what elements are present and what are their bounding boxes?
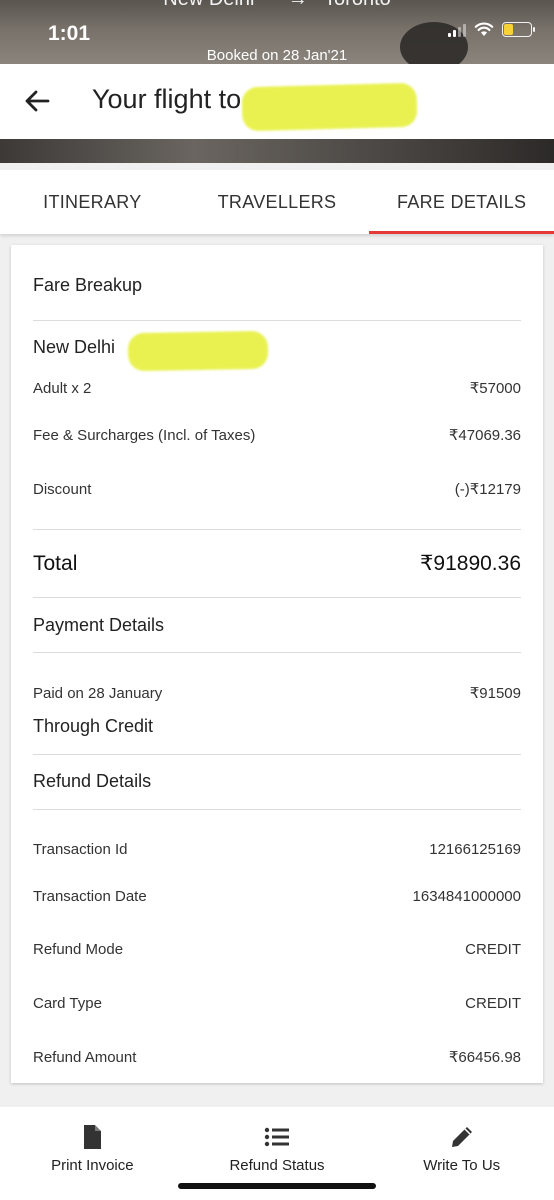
tab-fare-details[interactable]: FARE DETAILS	[369, 170, 554, 234]
pencil-icon	[451, 1127, 472, 1147]
divider	[33, 754, 521, 755]
refund-row-value: CREDIT	[465, 941, 521, 958]
write-to-us-label: Write To Us	[423, 1157, 501, 1174]
paid-amount: ₹91509	[469, 685, 521, 702]
document-icon	[84, 1125, 102, 1149]
total-label: Total	[33, 551, 78, 575]
refund-row-value: CREDIT	[465, 995, 521, 1012]
refund-row-value: 1634841000000	[412, 888, 521, 905]
list-icon	[264, 1127, 289, 1147]
status-time: 1:01	[48, 22, 91, 45]
divider	[33, 809, 521, 810]
tab-travellers[interactable]: TRAVELLERS	[185, 170, 370, 234]
booked-date: Booked on 28 Jan'21	[206, 47, 348, 64]
refund-row-label: Transaction Date	[33, 888, 147, 905]
fare-row-label: Fee & Surcharges (Incl. of Taxes)	[33, 426, 256, 444]
print-invoice-button[interactable]: Print Invoice	[0, 1107, 185, 1200]
refund-row-label: Refund Mode	[33, 941, 124, 958]
print-invoice-label: Print Invoice	[51, 1157, 134, 1174]
divider	[33, 652, 521, 653]
fare-row-value: (-)₹12179	[454, 481, 521, 498]
refund-row: Transaction Id 12166125169	[33, 841, 521, 858]
fare-row-value: ₹57000	[469, 380, 521, 397]
refund-status-label: Refund Status	[229, 1157, 325, 1174]
fare-row-label: Adult x 2	[33, 379, 92, 397]
hero-strip	[0, 139, 554, 163]
refund-row-label: Transaction Id	[33, 841, 128, 858]
fare-details-card: Fare Breakup New Delhi Adult x 2 ₹57000 …	[11, 245, 543, 1083]
status-icons	[448, 22, 535, 37]
refund-row: Card Type CREDIT	[33, 995, 521, 1012]
fare-breakup-heading: Fare Breakup	[33, 275, 143, 295]
fare-row: Discount (-)₹12179	[33, 480, 521, 499]
divider	[33, 529, 521, 530]
payment-details-heading: Payment Details	[33, 615, 165, 635]
payment-method: Through Credit	[33, 716, 154, 736]
fare-row-value: ₹47069.36	[448, 427, 521, 444]
back-arrow-icon[interactable]	[22, 86, 52, 116]
redaction-highlight	[127, 330, 269, 372]
battery-icon	[502, 22, 535, 37]
hero-banner: New Delhi → Toronto 1:01 Booked on 28 Ja…	[0, 0, 554, 64]
total-row: Total ₹91890.36	[33, 551, 521, 576]
wifi-icon	[474, 22, 494, 36]
divider	[33, 597, 521, 598]
refund-row: Refund Amount ₹66456.98	[33, 1048, 521, 1067]
refund-row: Refund Mode CREDIT	[33, 941, 521, 958]
fare-row-label: Discount	[33, 480, 92, 498]
refund-details-heading: Refund Details	[33, 771, 152, 791]
refund-row: Transaction Date 1634841000000	[33, 888, 521, 905]
tab-bar: ITINERARY TRAVELLERS FARE DETAILS	[0, 170, 554, 234]
paid-on-label: Paid on 28 January	[33, 684, 163, 702]
fare-row: Adult x 2 ₹57000	[33, 379, 521, 398]
home-indicator[interactable]	[178, 1183, 376, 1189]
refund-row-label: Card Type	[33, 995, 102, 1012]
fare-row: Fee & Surcharges (Incl. of Taxes) ₹47069…	[33, 426, 521, 445]
route-from: New Delhi	[33, 337, 116, 357]
refund-row-label: Refund Amount	[33, 1048, 137, 1066]
signal-icon	[448, 23, 466, 37]
page-title: Your flight to	[92, 84, 242, 114]
write-to-us-button[interactable]: Write To Us	[369, 1107, 554, 1200]
tab-itinerary[interactable]: ITINERARY	[0, 170, 185, 234]
divider	[33, 320, 521, 321]
payment-row: Paid on 28 January ₹91509	[33, 684, 521, 703]
refund-row-value: ₹66456.98	[448, 1049, 521, 1066]
refund-row-value: 12166125169	[429, 841, 521, 858]
redaction-highlight	[241, 82, 418, 132]
hero-route: New Delhi → Toronto	[0, 0, 554, 11]
total-value: ₹91890.36	[420, 552, 521, 575]
